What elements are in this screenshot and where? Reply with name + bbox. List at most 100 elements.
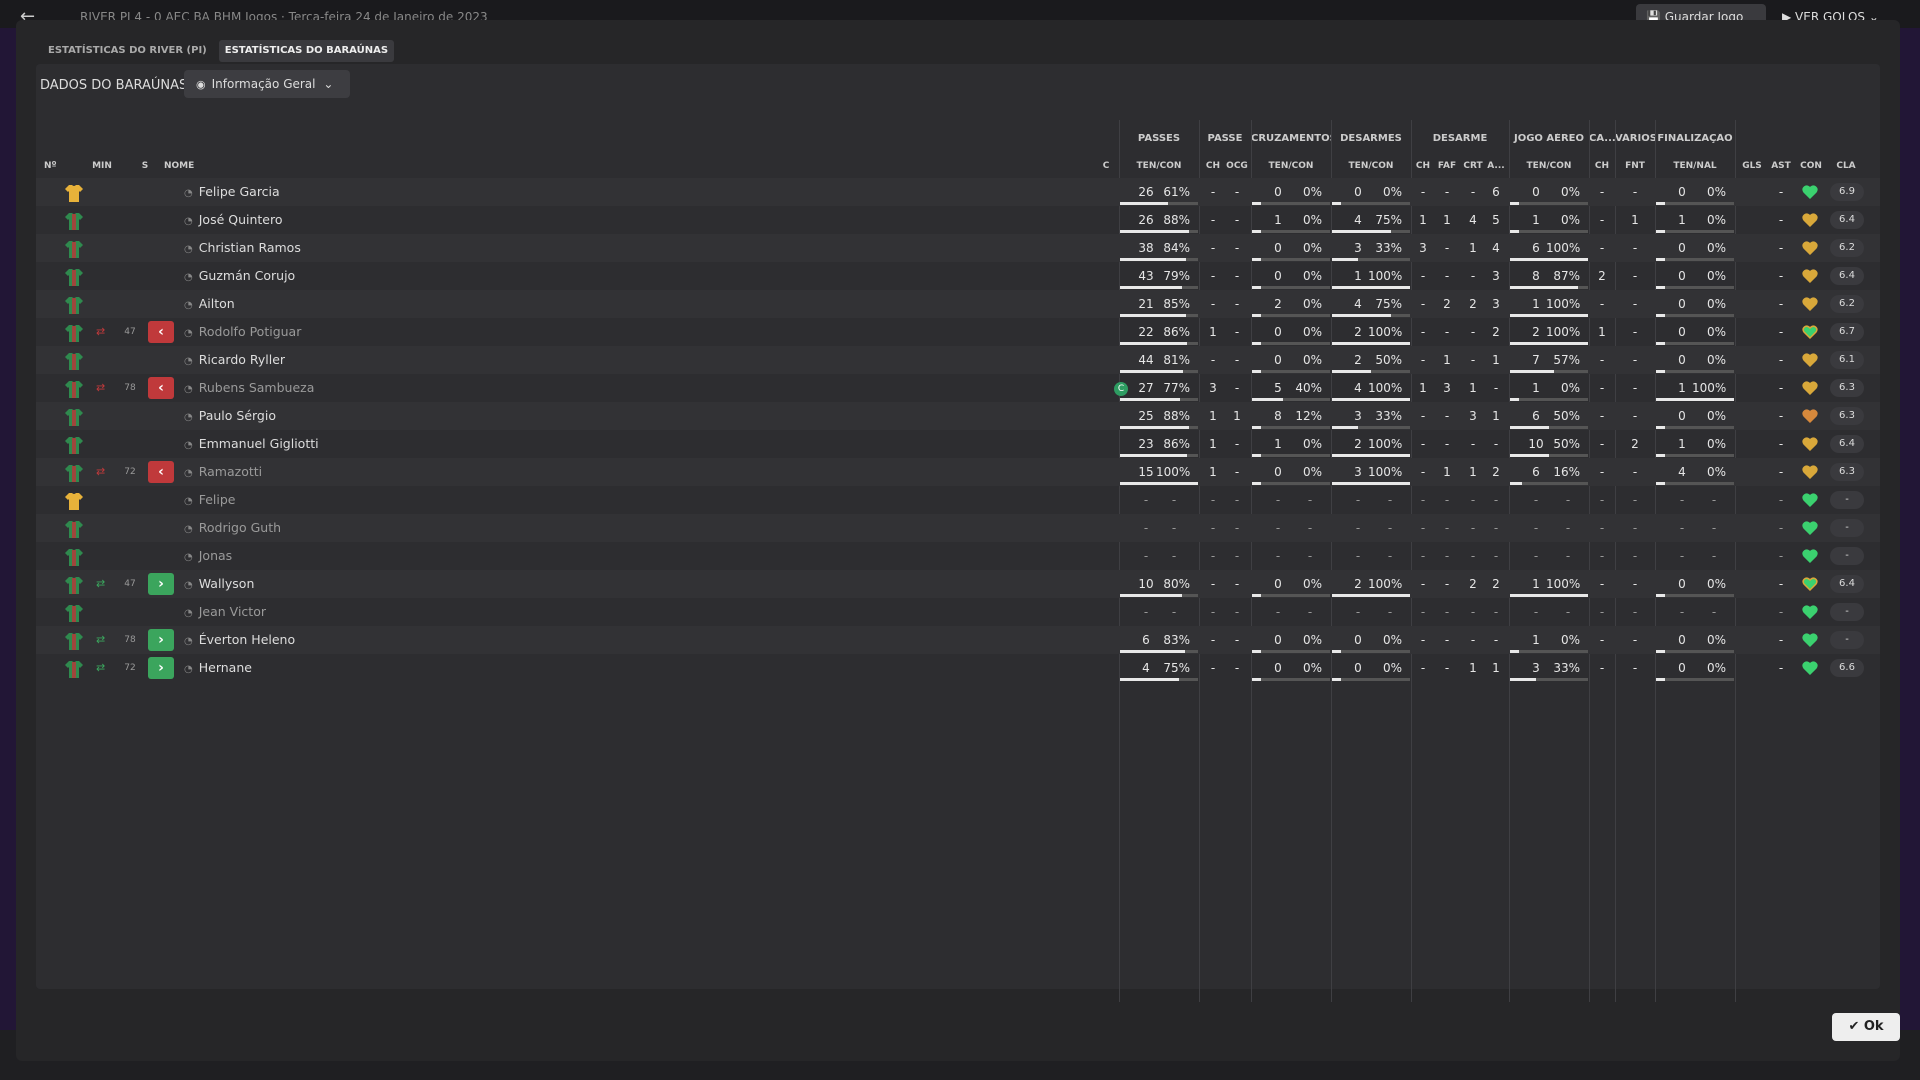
table-row[interactable]: ◔ Rodrigo Guth - - - - - - - - - - - - - - - - - - - -	[36, 514, 1880, 542]
empty-stat: -	[1711, 605, 1717, 619]
player-name[interactable]: ◔ Paulo Sérgio	[184, 402, 276, 430]
column-header[interactable]: AST	[1770, 161, 1792, 171]
column-header[interactable]: MIN	[90, 161, 114, 171]
column-header[interactable]: TEN/CON	[1346, 161, 1396, 171]
assists: -	[1778, 213, 1784, 227]
player-name[interactable]: ◔ Jonas	[184, 542, 232, 570]
column-header[interactable]: TEN/CON	[1134, 161, 1184, 171]
minute-label: 72	[124, 663, 136, 673]
table-row[interactable]: ◔ Jonas - - - - - - - - - - - - - - - - - - - -	[36, 542, 1880, 570]
table-row[interactable]: ◔ Felipe Garcia 26 61% - -0 0% 0 0% - - -6 0 0% - -0 0% -…	[36, 178, 1880, 206]
player-name[interactable]: ◔ Ailton	[184, 290, 235, 318]
ok-button[interactable]: ✔ Ok	[1832, 1013, 1900, 1041]
progress-track	[1252, 482, 1330, 485]
table-row[interactable]: ⇄ 72 ‹ ◔ Ramazotti 15 100% 1-0 0% 3 100% -1 1 2 6 16% - -…	[36, 458, 1880, 486]
column-header[interactable]: GLS	[1740, 161, 1764, 171]
table-row[interactable]: ◔ Ricardo Ryller 44 81% - -0 0% 2 50% -1-1 7 57% - -0…	[36, 346, 1880, 374]
empty-stat: -	[1275, 605, 1281, 619]
column-header[interactable]: A...	[1486, 161, 1506, 171]
stats-modal: ESTATÍSTICAS DO RIVER (PI) ESTATÍSTICAS …	[16, 20, 1900, 1061]
table-row[interactable]: ⇄ 47 › ◔ Wallyson 10 80% - -0 0% 2 100% - -2 2 1 100% - -0…	[36, 570, 1880, 598]
assists: -	[1778, 297, 1784, 311]
condition-heart-icon	[1802, 352, 1818, 368]
progress-bar	[1332, 454, 1410, 457]
column-header[interactable]: C	[1100, 161, 1112, 171]
player-name[interactable]: ◔ José Quintero	[184, 206, 283, 234]
player-name[interactable]: ◔ Ricardo Ryller	[184, 346, 285, 374]
column-header[interactable]: CRT	[1462, 161, 1484, 171]
table-row[interactable]: ◔ Guzmán Corujo 43 79% - -0 0% 1 100% - - -3 8 87% 2-0…	[36, 262, 1880, 290]
player-name[interactable]: ◔ Wallyson	[184, 570, 254, 598]
column-header[interactable]: NOME	[164, 161, 204, 171]
tackle-faf: -	[1444, 437, 1450, 451]
tab-river-stats[interactable]: ESTATÍSTICAS DO RIVER (PI)	[42, 40, 213, 62]
progress-bar	[1510, 370, 1554, 373]
column-header[interactable]: CH	[1592, 161, 1612, 171]
player-profile-icon: ◔	[184, 300, 193, 311]
player-profile-icon: ◔	[184, 552, 193, 563]
table-row[interactable]: ◔ Ailton 21 85% - -2 0% 4 75% -2 2 3 1 100% - -0 0% -6.2	[36, 290, 1880, 318]
cards-ch: -	[1599, 661, 1605, 675]
table-row[interactable]: ⇄ 72 › ◔ Hernane 4 75% - -0 0% 0 0% - -1 1 3 33% - -0 0% -6.…	[36, 654, 1880, 682]
assists: -	[1778, 269, 1784, 283]
progress-bar	[1656, 482, 1665, 485]
assists: -	[1778, 437, 1784, 451]
column-header[interactable]: OCG	[1226, 161, 1248, 171]
tackle-ch: -	[1420, 633, 1426, 647]
player-name[interactable]: ◔ Éverton Heleno	[184, 626, 295, 654]
player-profile-icon: ◔	[184, 188, 193, 199]
table-row[interactable]: ◔ Paulo Sérgio 25 88% 1 1 8 12% 3 33% - -3 1 6 50% - -0 0…	[36, 402, 1880, 430]
column-header[interactable]: TEN/NAL	[1670, 161, 1720, 171]
table-row[interactable]: ◔ José Quintero 26 88% - -1 0% 4 75% 1 1 4 5 1 0% -1 1 0%…	[36, 206, 1880, 234]
empty-stat: -	[1778, 605, 1784, 619]
player-name[interactable]: ◔ Felipe Garcia	[184, 178, 280, 206]
column-header[interactable]: FNT	[1622, 161, 1648, 171]
table-row[interactable]: ⇄ 78 ‹ ◔ Rubens Sambueza C 27 77% 3-5 40% 4 100% 1 3 1…	[36, 374, 1880, 402]
player-name[interactable]: ◔ Rodolfo Potiguar	[184, 318, 301, 346]
column-header[interactable]: Nº	[44, 161, 60, 171]
player-name[interactable]: ◔ Rodrigo Guth	[184, 514, 281, 542]
empty-stat: -	[1778, 493, 1784, 507]
condition-heart-icon	[1802, 212, 1818, 228]
player-name[interactable]: ◔ Hernane	[184, 654, 252, 682]
column-header[interactable]: CON	[1798, 161, 1824, 171]
empty-stat: -	[1275, 521, 1281, 535]
column-header[interactable]: CLA	[1832, 161, 1860, 171]
player-name[interactable]: ◔ Guzmán Corujo	[184, 262, 295, 290]
cards-ch: -	[1599, 241, 1605, 255]
progress-track	[1656, 314, 1734, 317]
table-row[interactable]: ◔ Christian Ramos 38 84% - -0 0% 3 33% 3-1 4 6 100% -…	[36, 234, 1880, 262]
pass-ocg: -	[1234, 633, 1240, 647]
table-row[interactable]: ⇄ 78 › ◔ Éverton Heleno 6 83% - -0 0% 0 0% - - - -1 0% - -…	[36, 626, 1880, 654]
table-row[interactable]: ⇄ 47 ‹ ◔ Rodolfo Potiguar 22 86% 1-0 0% 2 100% - - -2…	[36, 318, 1880, 346]
player-name[interactable]: ◔ Christian Ramos	[184, 234, 301, 262]
column-header[interactable]: S	[140, 161, 150, 171]
tackle-faf: -	[1444, 409, 1450, 423]
player-name[interactable]: ◔ Felipe	[184, 486, 236, 514]
view-dropdown[interactable]: ◉ Informação Geral ⌄	[184, 70, 350, 98]
column-header[interactable]: TEN/CON	[1524, 161, 1574, 171]
player-name[interactable]: ◔ Emmanuel Gigliotti	[184, 430, 319, 458]
empty-stat: -	[1307, 493, 1313, 507]
various-fnt: -	[1632, 269, 1638, 283]
table-row[interactable]: ◔ Felipe - - - - - - - - - - - - - - - - - - - -	[36, 486, 1880, 514]
empty-stat: -	[1143, 521, 1149, 535]
player-name[interactable]: ◔ Rubens Sambueza	[184, 374, 314, 402]
player-name[interactable]: ◔ Jean Victor	[184, 598, 266, 626]
player-name[interactable]: ◔ Ramazotti	[184, 458, 262, 486]
progress-bar	[1656, 342, 1665, 345]
column-header[interactable]: TEN/CON	[1266, 161, 1316, 171]
progress-bar	[1510, 594, 1588, 597]
table-row[interactable]: ◔ Emmanuel Gigliotti 23 86% 1-1 0% 2 100% - - - -10…	[36, 430, 1880, 458]
tab-baraunas-stats[interactable]: ESTATÍSTICAS DO BARAÚNAS	[218, 40, 395, 62]
progress-track	[1656, 594, 1734, 597]
player-name-label: Guzmán Corujo	[198, 268, 296, 283]
column-header[interactable]: CH	[1204, 161, 1222, 171]
assists: -	[1778, 409, 1784, 423]
tackle-crt: 1	[1469, 381, 1477, 395]
cards-ch: -	[1599, 409, 1605, 423]
column-header[interactable]: CH	[1414, 161, 1432, 171]
column-header[interactable]: FAF	[1436, 161, 1458, 171]
empty-stat: -	[1234, 493, 1240, 507]
table-row[interactable]: ◔ Jean Victor - - - - - - - - - - - - - - - - - - - -	[36, 598, 1880, 626]
